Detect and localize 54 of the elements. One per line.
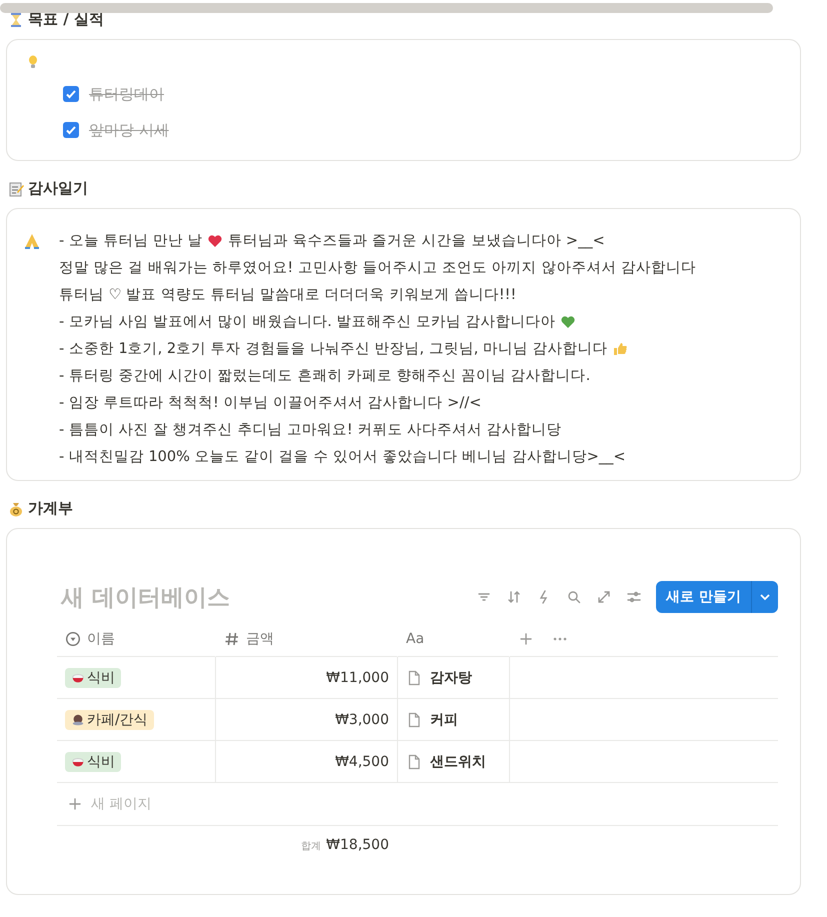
column-header[interactable]: Aa <box>406 630 424 646</box>
hash-icon <box>224 630 240 646</box>
todo-text: 튜터링데이 <box>89 84 164 104</box>
page-title[interactable]: 커피 <box>430 710 458 728</box>
diary-text: 튜터님 ♡ 발표 역량도 튜터님 말씀대로 더더더욱 키워보게 씁니다!!! <box>59 286 516 304</box>
thumbs-up-icon <box>612 340 628 356</box>
page-title[interactable]: 샌드위치 <box>430 752 486 770</box>
amount-cell: ₩4,500 <box>335 754 389 770</box>
sort-icon[interactable] <box>506 589 522 605</box>
memo-icon <box>8 180 24 196</box>
page-icon <box>406 670 422 686</box>
sliders-icon[interactable] <box>626 589 642 605</box>
diary-text: - 내적친밀감 100% 오늘도 같이 걸을 수 있어서 좋았습니다 베니님 감사합니당>__< <box>59 448 626 466</box>
column-header[interactable]: 이름 <box>87 630 115 648</box>
checkbox[interactable] <box>63 122 79 138</box>
diary-text: 정말 많은 걸 배워가는 하루였어요! 고민사항 들어주시고 조언도 아끼지 않아주셔서 감사합니다 <box>59 259 696 277</box>
dropdown-circle-icon <box>65 630 81 646</box>
search-icon[interactable] <box>566 589 582 605</box>
category-tag: 카페/간식 <box>65 710 154 730</box>
diary-text: - 임장 루트따라 척척척! 이부님 이끌어주셔서 감사합니다 >//< <box>59 394 482 412</box>
todo-text: 앞마당 시세 <box>89 120 169 140</box>
section-heading: 감사일기 <box>28 179 88 198</box>
heart-icon <box>560 314 576 330</box>
diary-text: 튜터님과 육수즈들과 즐거운 시간을 보냈습니다아 >__< <box>226 232 605 250</box>
section-heading: 가계부 <box>28 499 73 518</box>
heart-icon <box>207 232 224 248</box>
checkmark-icon <box>65 88 77 100</box>
total-label: 합계 <box>301 840 322 853</box>
diary-text: - 틈틈이 사진 잘 챙겨주신 추디님 고마워요! 커퓌도 사다주셔서 감사합니당 <box>59 421 562 439</box>
checkbox[interactable] <box>63 86 79 102</box>
amount-cell: ₩11,000 <box>326 670 389 686</box>
add-icon[interactable] <box>67 796 83 812</box>
add-icon[interactable] <box>518 630 534 646</box>
checkmark-icon <box>65 124 77 136</box>
money-bag-icon <box>8 500 24 516</box>
diary-text: - 튜터링 중간에 시간이 짧렀는데도 흔쾌히 카페로 향해주신 꼼이님 감사합니다. <box>59 367 590 385</box>
diary-text: - 소중한 1호기, 2호기 투자 경험들을 나눠주신 반장님, 그릿님, 마니님 감사합니다 <box>59 340 609 358</box>
database-title: 새 데이터베이스 <box>60 584 230 612</box>
scrollbar[interactable] <box>0 3 773 13</box>
new-button[interactable]: 새로 만들기 <box>656 581 778 613</box>
expand-icon[interactable] <box>596 589 612 605</box>
hourglass-icon <box>8 12 24 28</box>
category-tag: 식비 <box>65 752 121 772</box>
total-value: ₩18,500 <box>326 837 389 853</box>
page-icon <box>406 754 422 770</box>
amount-cell: ₩3,000 <box>335 712 389 728</box>
cup-icon <box>71 712 85 726</box>
page-title[interactable]: 감자탕 <box>430 668 472 686</box>
section-heading: 목표 / 실적 <box>28 10 104 29</box>
diary-text: - 오늘 튜터님 만난 날 <box>59 232 204 250</box>
category-tag: 식비 <box>65 668 121 688</box>
page-icon <box>406 712 422 728</box>
column-header[interactable]: 금액 <box>246 630 274 648</box>
diary-text: - 모카님 사임 발표에서 많이 배웠습니다. 발표해주신 모카님 감사합니다아 <box>59 313 557 331</box>
